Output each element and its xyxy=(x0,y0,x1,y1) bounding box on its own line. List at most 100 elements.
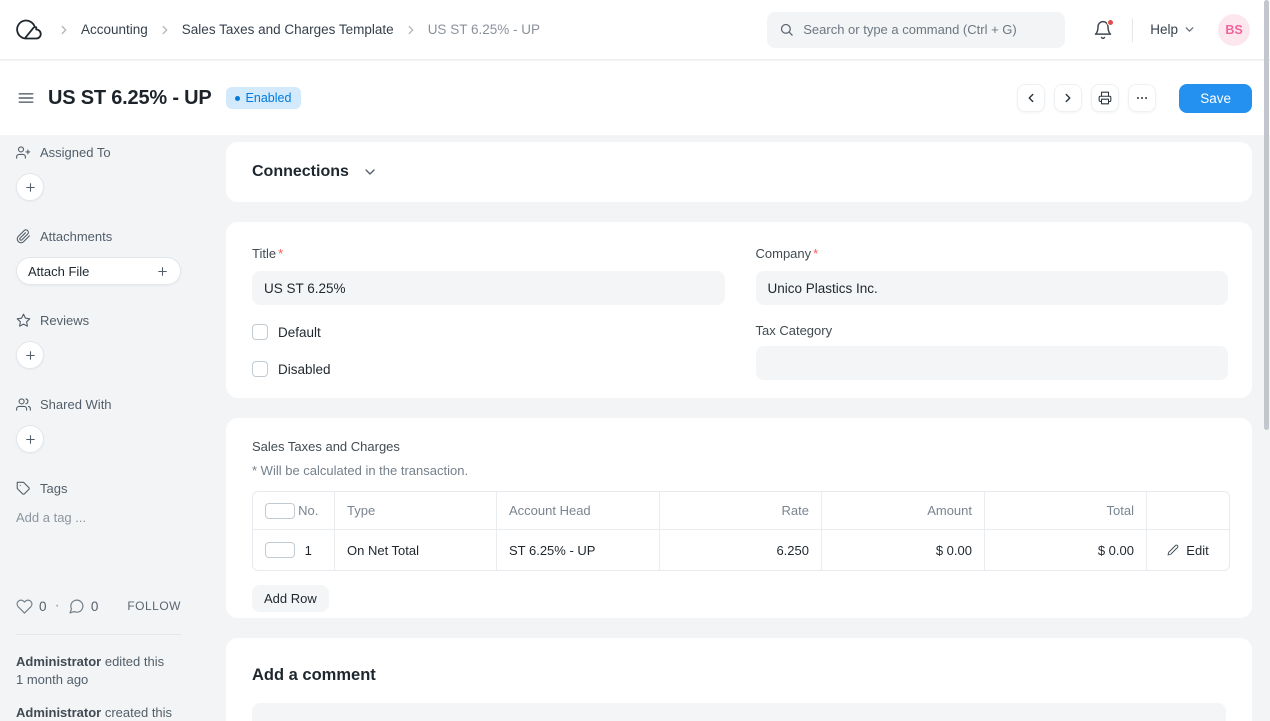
breadcrumb-current: US ST 6.25% - UP xyxy=(428,22,540,37)
required-marker: * xyxy=(813,246,818,261)
select-all-checkbox[interactable] xyxy=(265,503,295,519)
connections-section[interactable]: Connections xyxy=(226,142,1252,202)
grid-header-row: No. Type Account Head Rate Amount Total xyxy=(253,492,1229,530)
ellipsis-icon xyxy=(1135,91,1149,105)
disabled-checkbox[interactable] xyxy=(252,361,268,377)
menu-button[interactable] xyxy=(1128,84,1156,112)
app-logo-cloud-icon[interactable] xyxy=(16,16,43,43)
title-field[interactable] xyxy=(252,271,725,305)
follow-button[interactable]: FOLLOW xyxy=(127,599,181,613)
no-column-header: No. xyxy=(295,503,323,518)
user-plus-icon xyxy=(16,145,31,160)
comment-bubble-icon[interactable] xyxy=(68,598,85,615)
row-amount-cell[interactable]: $ 0.00 xyxy=(822,530,985,570)
activity-edited: Administrator edited this 1 month ago xyxy=(16,653,186,689)
breadcrumb: Accounting Sales Taxes and Charges Templ… xyxy=(16,16,540,43)
attach-file-button[interactable]: Attach File xyxy=(16,257,181,285)
help-menu[interactable]: Help xyxy=(1150,22,1196,37)
comment-input[interactable] xyxy=(252,703,1226,721)
plus-icon xyxy=(156,265,169,278)
chevron-right-icon xyxy=(158,23,172,37)
type-column-header: Type xyxy=(335,492,497,530)
shared-with-header: Shared With xyxy=(16,395,210,413)
count-separator: · xyxy=(55,597,60,615)
previous-document-button[interactable] xyxy=(1017,84,1045,112)
table-row[interactable]: 1 On Net Total ST 6.25% - UP 6.250 $ 0.0… xyxy=(253,530,1229,570)
next-document-button[interactable] xyxy=(1054,84,1082,112)
left-column: Title* Default Disabled xyxy=(252,245,725,398)
assigned-to-label: Assigned To xyxy=(40,145,111,160)
default-label: Default xyxy=(278,325,321,340)
like-count: 0 xyxy=(39,599,47,614)
chevron-left-icon xyxy=(1024,91,1038,105)
default-checkbox[interactable] xyxy=(252,324,268,340)
company-field[interactable] xyxy=(756,271,1229,305)
breadcrumb-accounting[interactable]: Accounting xyxy=(81,22,148,37)
total-column-header: Total xyxy=(985,492,1147,530)
save-button[interactable]: Save xyxy=(1179,84,1252,113)
navbar-right: Help BS xyxy=(767,12,1250,48)
disabled-label: Disabled xyxy=(278,362,331,377)
row-edit-button[interactable]: Edit xyxy=(1159,543,1217,558)
required-marker: * xyxy=(278,246,283,261)
add-row-button[interactable]: Add Row xyxy=(252,585,329,612)
edit-column-header xyxy=(1147,492,1229,530)
activity-user: Administrator xyxy=(16,705,101,720)
breadcrumb-template[interactable]: Sales Taxes and Charges Template xyxy=(182,22,394,37)
paperclip-icon xyxy=(16,229,31,244)
navbar: Accounting Sales Taxes and Charges Templ… xyxy=(0,0,1270,60)
disabled-checkbox-row[interactable]: Disabled xyxy=(252,361,725,377)
chevron-down-icon[interactable] xyxy=(362,164,378,180)
search-input[interactable] xyxy=(803,22,1053,37)
activity-time: 1 month ago xyxy=(16,672,88,687)
right-column: Company* Tax Category xyxy=(756,245,1229,398)
row-checkbox[interactable] xyxy=(265,542,295,558)
activity-created: Administrator created this 1 month ago xyxy=(16,704,186,721)
edit-label: Edit xyxy=(1186,543,1208,558)
tags-header: Tags xyxy=(16,479,210,497)
navbar-divider xyxy=(1132,18,1133,42)
chevron-down-icon xyxy=(1183,23,1196,36)
attach-file-label: Attach File xyxy=(28,264,89,279)
taxes-grid: No. Type Account Head Rate Amount Total … xyxy=(252,491,1230,571)
reviews-header: Reviews xyxy=(16,311,210,329)
add-review-button[interactable] xyxy=(16,341,44,369)
company-field-label: Company* xyxy=(756,246,819,261)
tax-category-field[interactable] xyxy=(756,346,1229,380)
plus-icon xyxy=(24,433,37,446)
assigned-to-section: Assigned To xyxy=(16,143,210,201)
search-icon xyxy=(779,22,794,37)
rate-column-header: Rate xyxy=(660,492,822,530)
user-avatar[interactable]: BS xyxy=(1218,14,1250,46)
global-search[interactable] xyxy=(767,12,1065,48)
default-checkbox-row[interactable]: Default xyxy=(252,324,725,340)
sidebar-toggle-icon[interactable] xyxy=(16,88,36,108)
comment-count: 0 xyxy=(91,599,99,614)
row-rate-cell[interactable]: 6.250 xyxy=(660,530,822,570)
heart-icon[interactable] xyxy=(16,598,33,615)
plus-icon xyxy=(24,349,37,362)
chevron-right-icon xyxy=(404,23,418,37)
taxes-hint: * Will be calculated in the transaction. xyxy=(252,463,1228,478)
users-icon xyxy=(16,397,31,412)
add-assignment-button[interactable] xyxy=(16,173,44,201)
activity-action: created this xyxy=(101,705,172,720)
row-type-cell[interactable]: On Net Total xyxy=(335,530,497,570)
reviews-section: Reviews xyxy=(16,311,210,369)
amount-column-header: Amount xyxy=(822,492,985,530)
star-icon xyxy=(16,313,31,328)
print-button[interactable] xyxy=(1091,84,1119,112)
notifications-button[interactable] xyxy=(1091,18,1115,42)
vertical-scrollbar[interactable] xyxy=(1264,0,1269,430)
account-head-column-header: Account Head xyxy=(497,492,660,530)
add-tag-input[interactable]: Add a tag ... xyxy=(16,510,210,525)
activity-user: Administrator xyxy=(16,654,101,669)
add-share-button[interactable] xyxy=(16,425,44,453)
shared-with-label: Shared With xyxy=(40,397,112,412)
page-title: US ST 6.25% - UP xyxy=(48,87,212,110)
row-account-head-cell[interactable]: ST 6.25% - UP xyxy=(497,530,660,570)
pencil-icon xyxy=(1167,544,1179,556)
plus-icon xyxy=(24,181,37,194)
attachments-label: Attachments xyxy=(40,229,112,244)
row-total-cell[interactable]: $ 0.00 xyxy=(985,530,1147,570)
